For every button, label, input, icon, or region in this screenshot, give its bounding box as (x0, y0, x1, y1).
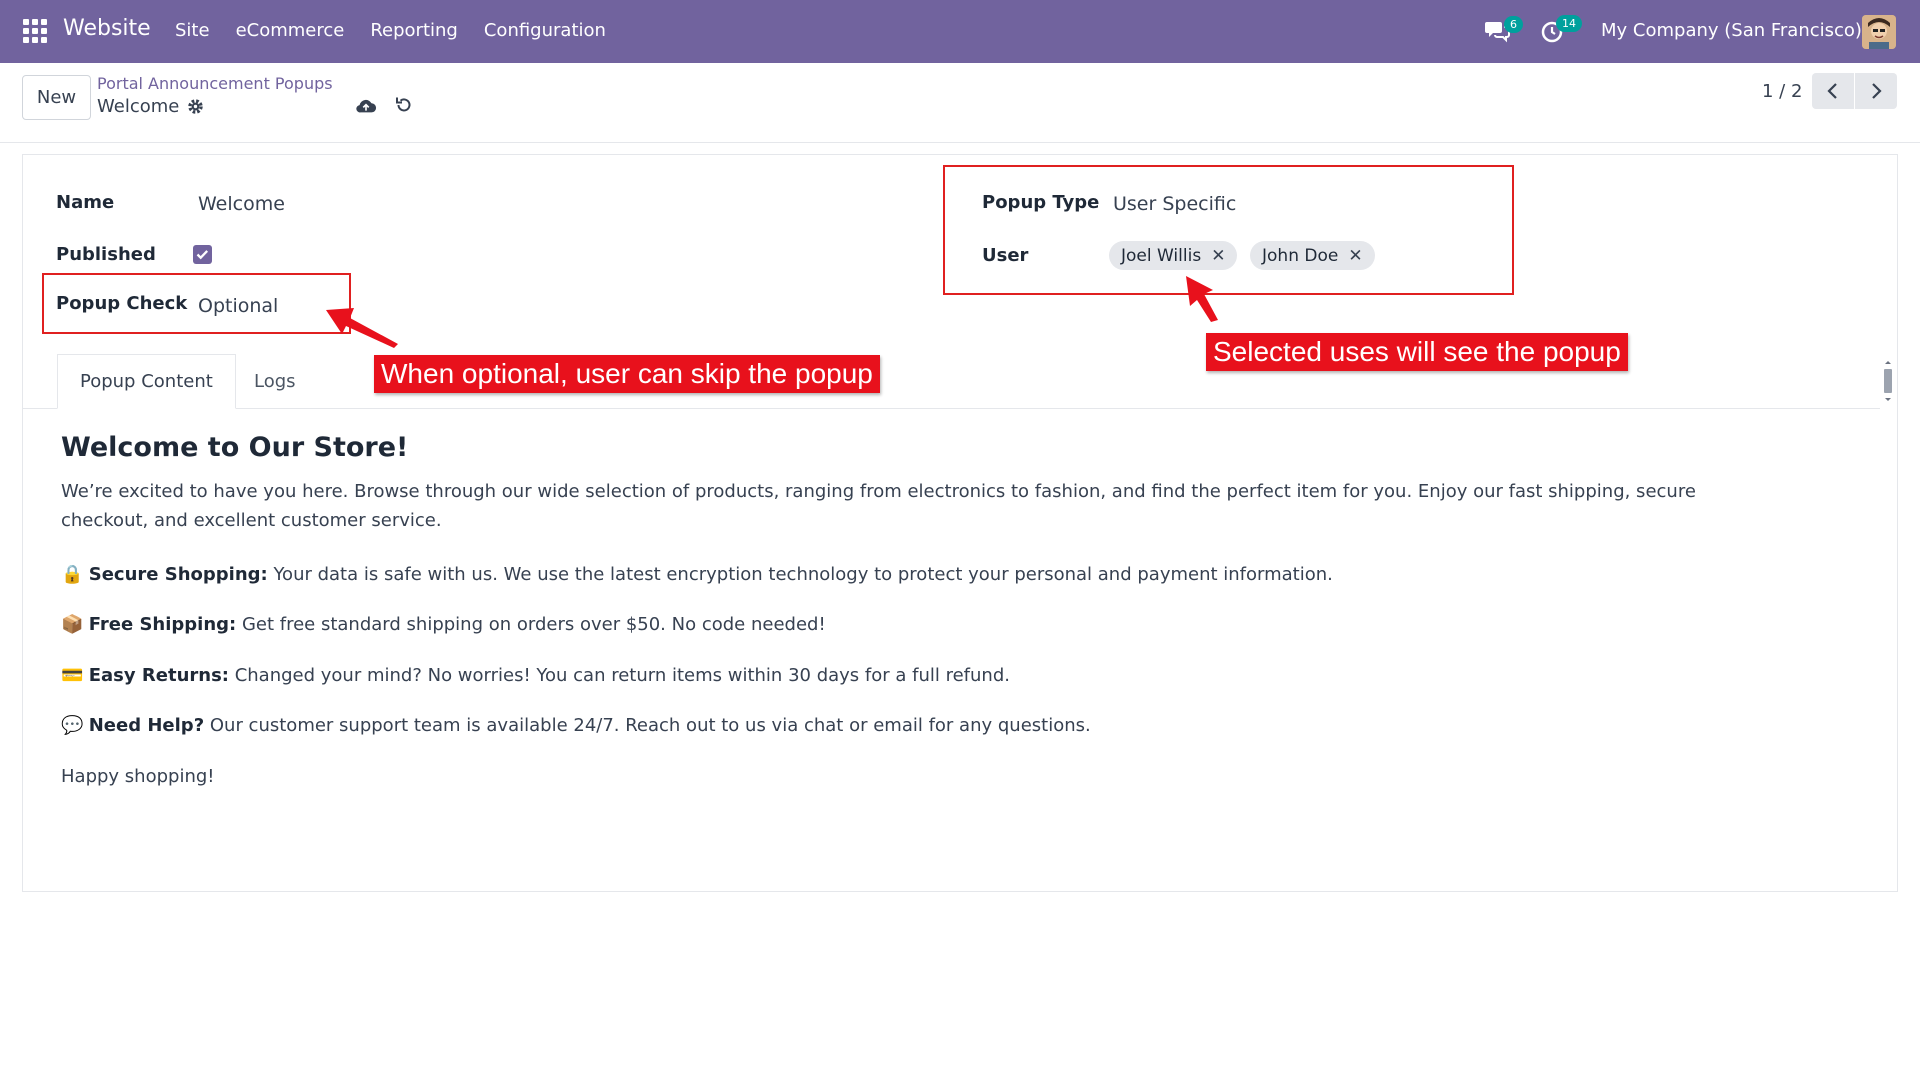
popup-content[interactable]: Welcome to Our Store! We’re excited to h… (61, 432, 1781, 535)
messages-badge: 6 (1504, 16, 1523, 33)
chevron-right-icon (1872, 83, 1882, 99)
checkmark-icon (196, 250, 209, 260)
app-name[interactable]: Website (63, 16, 151, 41)
menu-item-ecommerce[interactable]: eCommerce (236, 20, 345, 41)
name-field[interactable]: Welcome (198, 193, 285, 215)
user-tag-label: Joel Willis (1121, 245, 1202, 266)
content-intro: We’re excited to have you here. Browse t… (61, 481, 1696, 531)
popup-type-field[interactable]: User Specific (1113, 193, 1236, 215)
main-menu: Site eCommerce Reporting Configuration (175, 20, 606, 41)
item-title: Free Shipping: (88, 614, 237, 635)
chevron-left-icon (1827, 83, 1837, 99)
user-section-highlight (943, 165, 1514, 295)
list-item: 💳 Easy Returns: Changed your mind? No wo… (61, 661, 1010, 690)
item-text: Our customer support team is available 2… (204, 715, 1091, 736)
list-item: 📦 Free Shipping: Get free standard shipp… (61, 610, 826, 639)
pager-value[interactable]: 1 / 2 (1762, 81, 1802, 102)
new-button[interactable]: New (22, 75, 91, 120)
record-title-row: Welcome (97, 96, 204, 117)
closing-text: Happy shopping! (61, 766, 215, 787)
user-tag[interactable]: John Doe ✕ (1250, 241, 1375, 270)
menu-item-configuration[interactable]: Configuration (484, 20, 606, 41)
app-menu-icon[interactable] (23, 19, 47, 43)
popup-check-label: Popup Check (56, 293, 188, 314)
list-item: 💬 Need Help? Our customer support team i… (61, 711, 1091, 740)
user-tag[interactable]: Joel Willis ✕ (1109, 241, 1238, 270)
activities-badge: 14 (1556, 15, 1582, 32)
name-label: Name (56, 192, 115, 213)
popup-type-label: Popup Type (982, 192, 1100, 213)
tab-popup-content[interactable]: Popup Content (57, 354, 236, 409)
content-heading: Welcome to Our Store! (61, 432, 409, 463)
item-text: Changed your mind? No worries! You can r… (228, 665, 1010, 686)
top-navbar: Website Site eCommerce Reporting Configu… (0, 0, 1920, 63)
control-panel: New Portal Announcement Popups Welcome 1… (0, 63, 1920, 143)
tab-logs[interactable]: Logs (232, 354, 318, 409)
menu-item-reporting[interactable]: Reporting (370, 20, 458, 41)
record-title: Welcome (97, 96, 180, 117)
user-label: User (982, 245, 1029, 266)
package-icon: 📦 (61, 614, 84, 635)
lock-icon: 🔒 (61, 564, 84, 585)
item-text: Get free standard shipping on orders ove… (236, 614, 826, 635)
company-switcher[interactable]: My Company (San Francisco) (1601, 20, 1862, 41)
list-item: 🔒 Secure Shopping: Your data is safe wit… (61, 560, 1333, 589)
user-tag-label: John Doe (1262, 245, 1339, 266)
popup-check-field[interactable]: Optional (198, 295, 278, 317)
published-label: Published (56, 244, 156, 265)
item-title: Easy Returns: (88, 665, 229, 686)
discard-icon[interactable] (394, 95, 414, 115)
item-title: Secure Shopping: (88, 564, 268, 585)
item-text: Your data is safe with us. We use the la… (267, 564, 1333, 585)
pager-previous-button[interactable] (1812, 73, 1854, 109)
gear-icon[interactable] (187, 98, 204, 115)
annotation-arrow-icon (1186, 276, 1218, 322)
notebook-tabs: Popup Content Logs (22, 354, 1880, 409)
speech-bubble-icon: 💬 (61, 715, 84, 736)
breadcrumb[interactable]: Portal Announcement Popups (97, 74, 333, 93)
remove-tag-icon[interactable]: ✕ (1348, 246, 1362, 266)
menu-item-site[interactable]: Site (175, 20, 210, 41)
remove-tag-icon[interactable]: ✕ (1211, 246, 1225, 266)
cloud-upload-icon[interactable] (355, 96, 377, 116)
published-checkbox[interactable] (193, 245, 212, 264)
user-avatar[interactable] (1862, 15, 1896, 49)
item-title: Need Help? (88, 715, 205, 736)
annotation-arrow-icon (326, 308, 398, 348)
pager-next-button[interactable] (1855, 73, 1897, 109)
scrollbar[interactable] (1882, 358, 1894, 406)
credit-card-icon: 💳 (61, 665, 84, 686)
